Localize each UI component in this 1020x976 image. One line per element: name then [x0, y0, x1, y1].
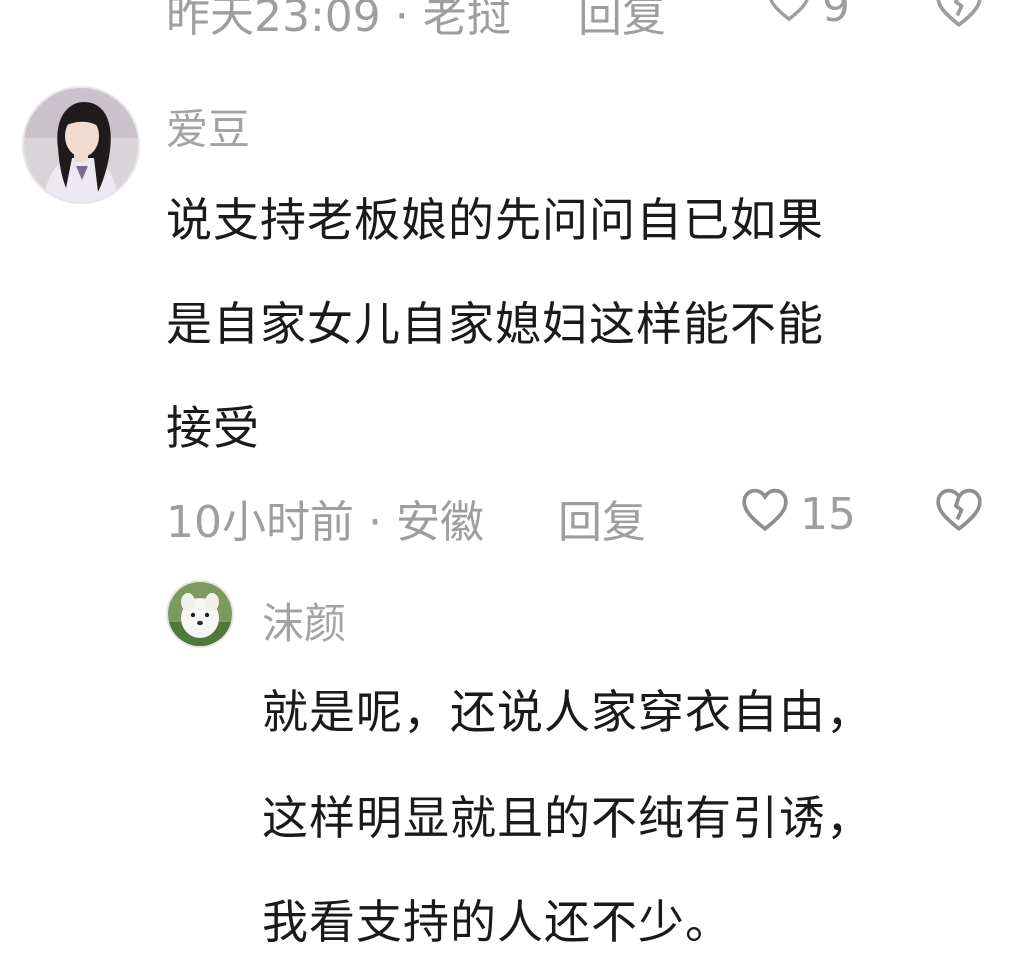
previous-comment-like-count: 9 — [822, 0, 850, 32]
reply-text-line-1: 就是呢，还说人家穿衣自由， — [262, 685, 873, 739]
previous-comment-reply-button[interactable]: 回复 — [578, 0, 666, 44]
comment-like-button[interactable]: 15 — [740, 486, 856, 543]
previous-comment-meta: 昨天23:09 · 老挝 — [166, 0, 511, 42]
reply-user-avatar[interactable] — [166, 580, 234, 648]
reply-username[interactable]: 沫颜 — [262, 590, 346, 651]
heart-icon — [766, 0, 812, 33]
comment-text-line-2: 是自家女儿自家媳妇这样能不能 — [166, 297, 824, 351]
reply-text-line-3: 我看支持的人还不少。 — [262, 895, 732, 949]
comment-meta: 10小时前 · 安徽 — [166, 497, 484, 548]
previous-comment-like-button[interactable]: 9 — [766, 0, 850, 33]
comment-text-line-3: 接受 — [166, 401, 260, 455]
comment-dislike-button[interactable] — [934, 486, 984, 536]
comment-username[interactable]: 爱豆 — [166, 96, 250, 157]
comment-reply-button[interactable]: 回复 — [558, 486, 646, 550]
comment-like-count: 15 — [800, 489, 856, 540]
comment-text-line-1: 说支持老板娘的先问问自已如果 — [166, 193, 824, 247]
reply-text-line-2: 这样明显就且的不纯有引诱， — [262, 791, 873, 845]
user-avatar[interactable] — [22, 86, 140, 204]
heart-icon — [740, 486, 790, 543]
previous-comment-dislike-button[interactable] — [934, 0, 984, 32]
broken-heart-icon — [934, 0, 984, 32]
broken-heart-icon — [934, 488, 984, 536]
